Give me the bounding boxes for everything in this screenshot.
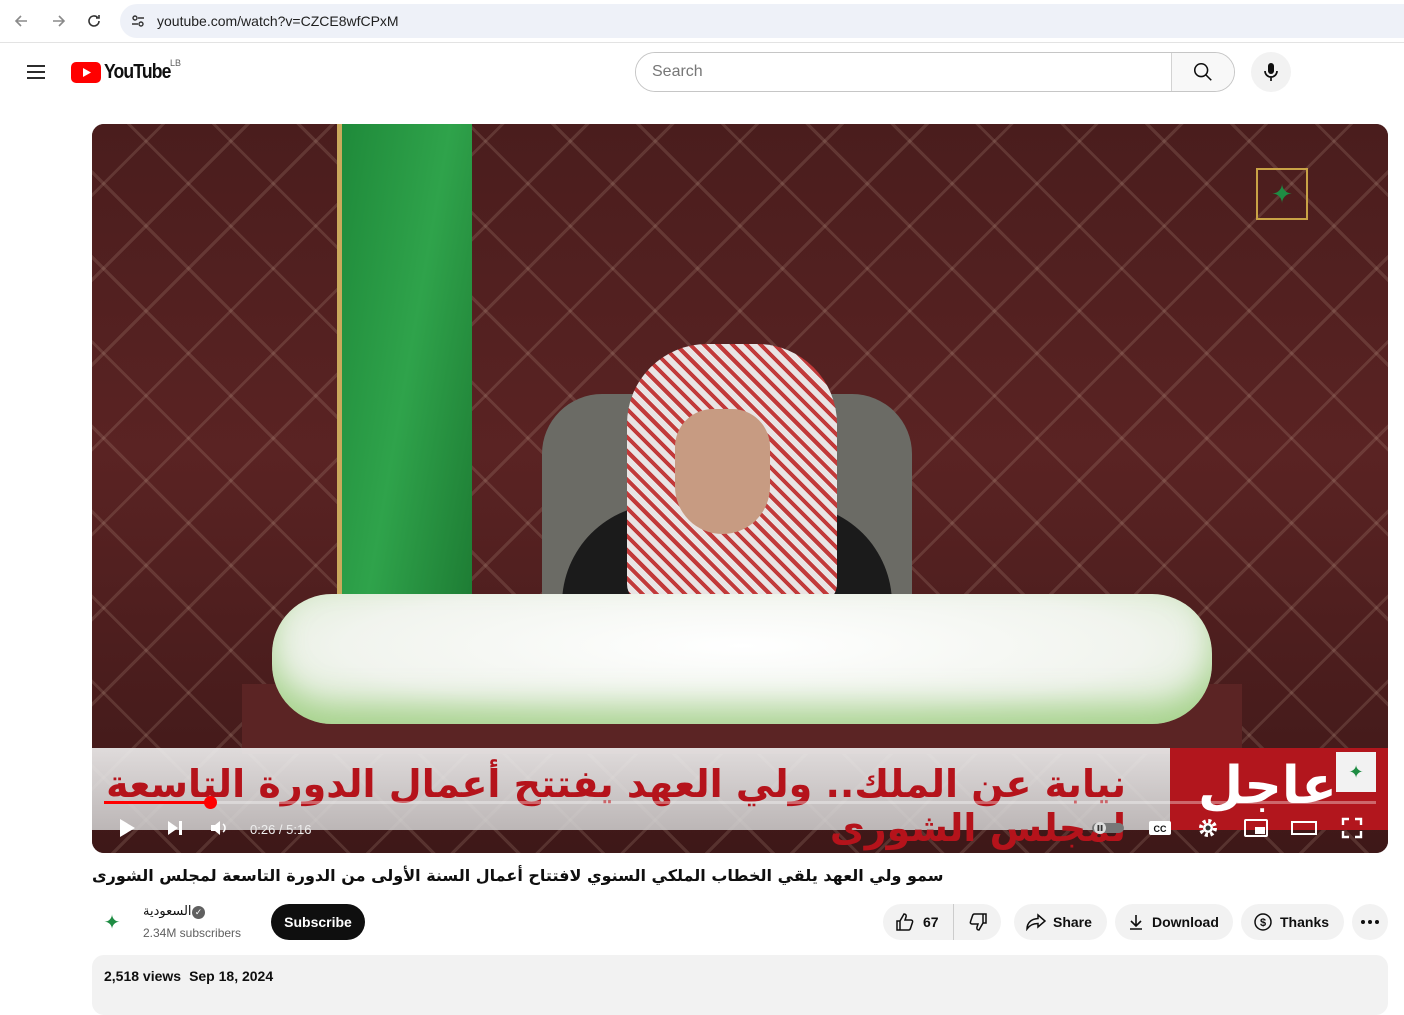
saudi-flag xyxy=(342,124,472,624)
reload-icon[interactable] xyxy=(81,8,107,34)
next-icon xyxy=(168,821,182,835)
thanks-label: Thanks xyxy=(1280,914,1330,930)
search-icon xyxy=(1193,62,1212,81)
voice-search-button[interactable] xyxy=(1251,52,1291,92)
miniplayer-icon xyxy=(1244,819,1268,837)
thanks-button[interactable]: $ Thanks xyxy=(1241,904,1344,940)
description-meta: 2,518 views Sep 18, 2024 xyxy=(104,968,273,984)
miniplayer-button[interactable] xyxy=(1241,812,1271,844)
site-settings-icon[interactable] xyxy=(130,13,146,34)
search-input[interactable] xyxy=(636,53,1171,91)
share-icon xyxy=(1026,913,1046,931)
download-label: Download xyxy=(1152,914,1219,930)
video-title: سمو ولي العهد يلقي الخطاب الملكي السنوي … xyxy=(92,866,1388,894)
flower-arrangement xyxy=(272,594,1212,724)
more-actions-button[interactable] xyxy=(1352,904,1388,940)
speaker-face xyxy=(675,409,770,534)
channel-watermark-icon: ✦ xyxy=(1336,752,1376,792)
play-button[interactable] xyxy=(112,812,142,844)
fullscreen-icon xyxy=(1341,817,1363,839)
svg-text:$: $ xyxy=(1260,917,1266,929)
super-thanks-icon: $ xyxy=(1254,913,1272,931)
microphone-icon xyxy=(1264,63,1278,81)
masthead: YouTube LB xyxy=(0,44,1404,100)
volume-icon xyxy=(211,821,226,835)
progress-played xyxy=(104,801,210,804)
channel-emblem-icon: ✦ xyxy=(103,911,121,934)
browser-toolbar: youtube.com/watch?v=CZCE8wfCPxM xyxy=(0,0,1404,43)
address-bar[interactable]: youtube.com/watch?v=CZCE8wfCPxM xyxy=(120,4,1404,38)
upload-date: Sep 18, 2024 xyxy=(189,968,274,984)
cc-icon: CC xyxy=(1149,821,1171,835)
fullscreen-button[interactable] xyxy=(1337,812,1367,844)
captions-button[interactable]: CC xyxy=(1145,812,1175,844)
country-code: LB xyxy=(170,58,182,68)
gear-icon xyxy=(1199,819,1217,837)
video-title-text: سمو ولي العهد يلقي الخطاب الملكي السنوي … xyxy=(92,866,944,885)
dislike-button[interactable] xyxy=(954,912,1001,932)
youtube-logo[interactable]: YouTube xyxy=(71,61,180,84)
more-horizontal-icon xyxy=(1361,920,1379,924)
back-arrow-icon[interactable] xyxy=(9,8,35,34)
search-box xyxy=(635,52,1235,92)
url-text: youtube.com/watch?v=CZCE8wfCPxM xyxy=(157,13,399,29)
autoplay-toggle[interactable] xyxy=(1090,812,1126,844)
logo-text: YouTube xyxy=(104,61,171,83)
channel-name[interactable]: السعودية xyxy=(143,904,192,919)
download-icon xyxy=(1130,915,1142,930)
time-display: 0:26 / 5:16 xyxy=(250,822,312,837)
view-count: 2,518 views xyxy=(104,968,182,984)
subscribe-button[interactable]: Subscribe xyxy=(271,904,365,940)
description-box[interactable]: 2,518 views Sep 18, 2024 xyxy=(92,955,1388,1015)
settings-button[interactable] xyxy=(1193,812,1223,844)
channel-avatar[interactable]: ✦ xyxy=(92,902,132,942)
hamburger-menu-icon[interactable] xyxy=(24,60,48,84)
download-button[interactable]: Download xyxy=(1115,904,1233,940)
progress-bar[interactable] xyxy=(104,796,1376,809)
play-icon xyxy=(120,819,135,837)
player-controls: 0:26 / 5:16 CC xyxy=(92,808,1388,848)
owner-row: ✦ السعودية ✓ 2.34M subscribers Subscribe… xyxy=(92,902,1388,946)
like-dislike-group: 67 xyxy=(883,904,1001,940)
volume-button[interactable] xyxy=(204,812,234,844)
share-label: Share xyxy=(1053,914,1092,930)
share-button[interactable]: Share xyxy=(1014,904,1107,940)
theater-icon xyxy=(1291,821,1317,835)
verified-check-icon: ✓ xyxy=(192,906,205,919)
thumbs-down-icon xyxy=(969,913,987,931)
next-button[interactable] xyxy=(160,812,190,844)
breaking-label: عاجل xyxy=(1198,756,1337,816)
saudi-emblem-icon: ✦ xyxy=(1256,168,1308,220)
youtube-play-logo-icon xyxy=(71,62,101,83)
forward-arrow-icon[interactable] xyxy=(45,8,71,34)
subscriber-count: 2.34M subscribers xyxy=(143,926,242,940)
theater-mode-button[interactable] xyxy=(1289,812,1319,844)
svg-text:CC: CC xyxy=(1154,824,1167,834)
video-player[interactable]: ✦ نيابة عن الملك.. ولي العهد يفتتح أعمال… xyxy=(92,124,1388,853)
search-button[interactable] xyxy=(1171,53,1234,91)
like-button[interactable]: 67 xyxy=(883,904,954,940)
like-count: 67 xyxy=(923,914,939,930)
autoplay-toggle-icon xyxy=(1092,822,1124,834)
thumbs-up-icon xyxy=(896,913,914,931)
